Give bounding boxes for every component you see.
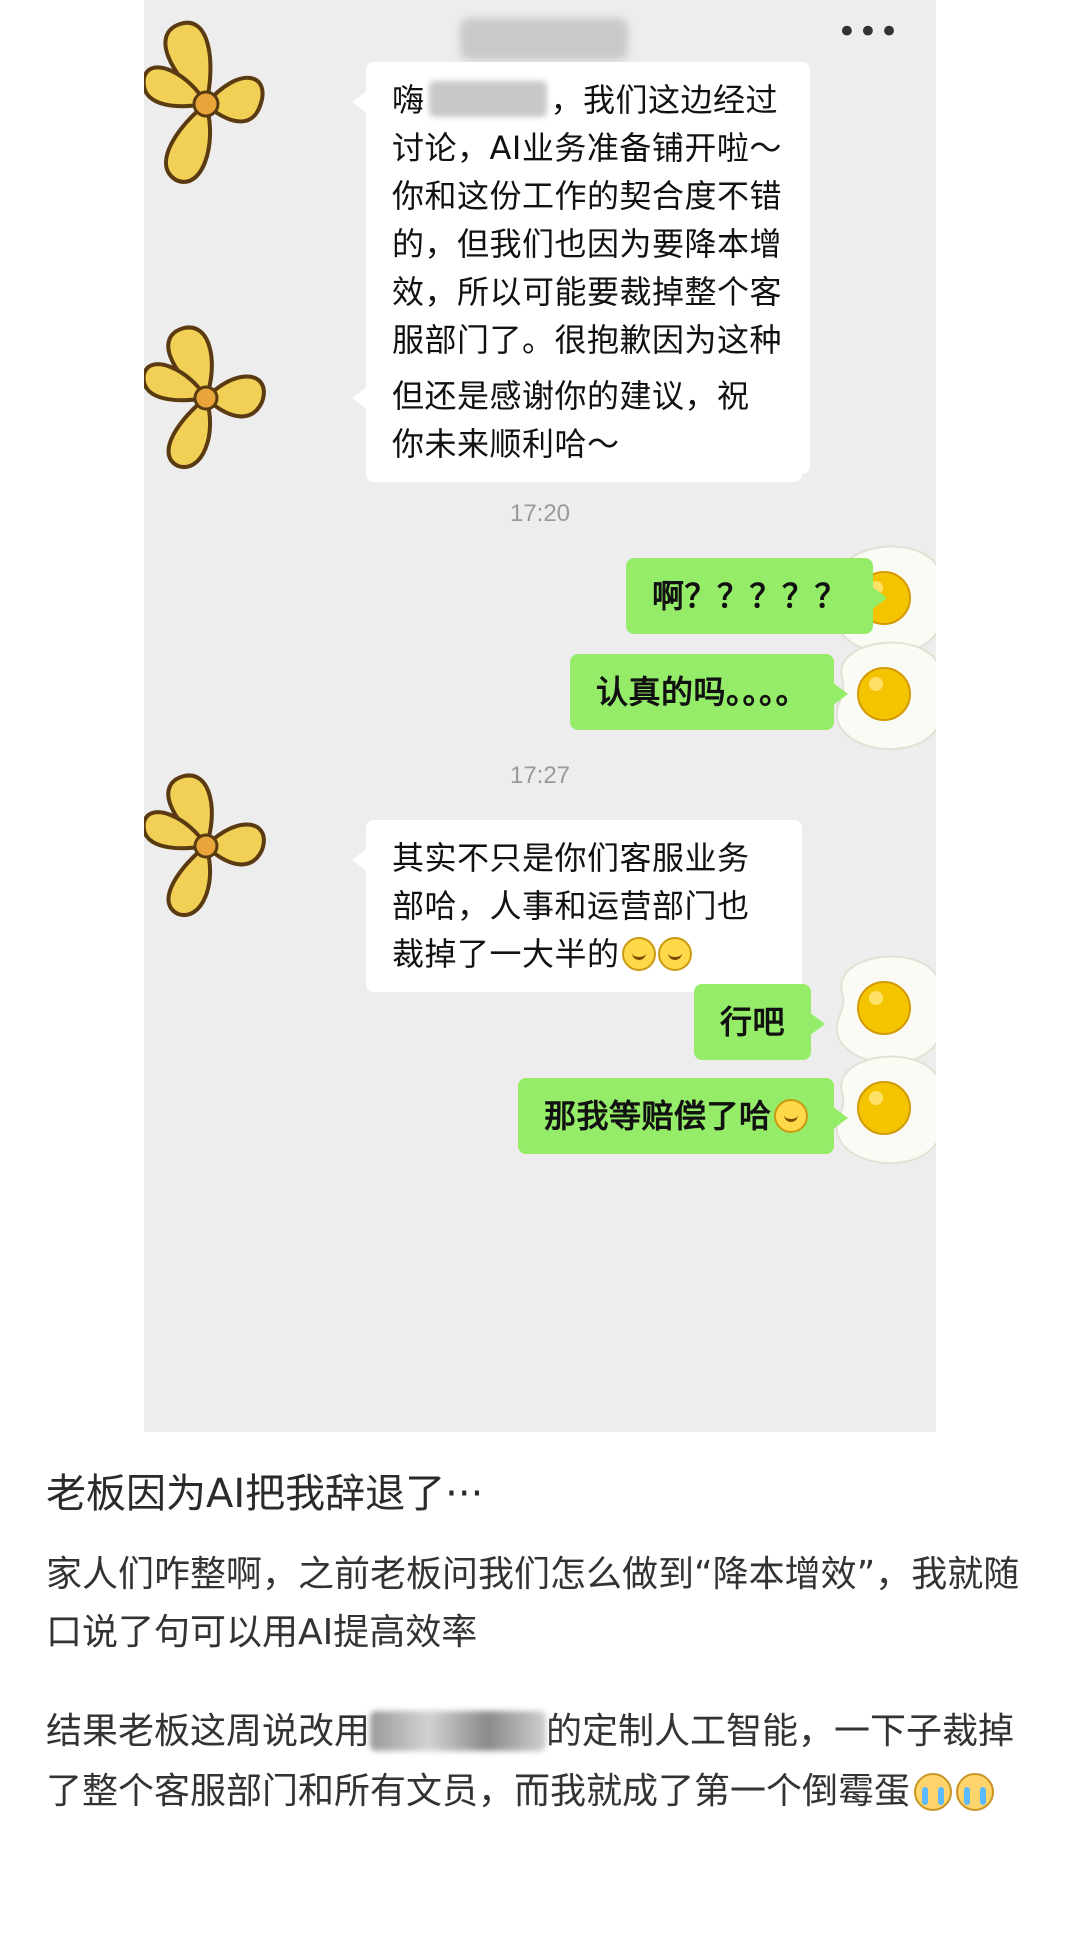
message-bubble-sent[interactable]: 行吧 <box>694 984 826 1060</box>
emoji-icon <box>621 937 656 971</box>
message-text: 那我等赔偿了哈 <box>544 1097 772 1135</box>
more-horizontal-icon[interactable]: ••• <box>837 12 900 52</box>
post-title: 老板因为AI把我辞退了··· <box>46 1471 484 1517</box>
flower-avatar-icon[interactable] <box>144 770 272 920</box>
blurred-company-name <box>370 1711 547 1751</box>
blurred-contact-name <box>460 18 628 60</box>
message-text: 啊？？？？？ <box>652 577 848 615</box>
message-timestamp: 17:20 <box>509 500 571 527</box>
post-paragraph: 家人们咋整啊，之前老板问我们怎么做到“降本增效”，我就随口说了句可以用AI提高效… <box>46 1554 1020 1653</box>
message-bubble-sent[interactable]: 啊？？？？？ <box>626 558 888 634</box>
post-paragraph: 结果老板这周说改用 的定制人工智能，一下子裁掉了整个客服部门和所有文员，而我就成了… <box>46 1702 1046 1822</box>
message-bubble-received[interactable]: 但还是感谢你的建议，祝你未来顺利哈～ <box>352 358 802 482</box>
message-text: 嗨 <box>392 81 425 119</box>
message-bubble-sent[interactable]: 认真的吗。。。。 <box>570 654 849 730</box>
message-bubble-received[interactable]: 其实不只是你们客服业务部哈，人事和运营部门也裁掉了一大半的 <box>352 820 802 992</box>
message-text: 其实不只是你们客服业务部哈，人事和运营部门也裁掉了一大半的 <box>392 839 750 973</box>
crying-emoji-icon <box>956 1773 995 1811</box>
flower-avatar-icon[interactable] <box>144 322 272 472</box>
message-bubble-sent[interactable]: 那我等赔偿了哈 <box>518 1078 848 1154</box>
blurred-name <box>428 81 547 117</box>
message-text: 认真的吗。。。。 <box>596 673 809 711</box>
flower-avatar-icon[interactable] <box>144 14 272 194</box>
crying-emoji-icon <box>914 1773 953 1811</box>
chat-screenshot: ••• 嗨，我们这边经过讨论，AI业务准备铺开啦～ 你和这份工作的契合度不错的，… <box>144 0 936 1432</box>
message-text: 但还是感谢你的建议，祝你未来顺利哈～ <box>392 377 750 463</box>
post-text: 结果老板这周说改用 <box>46 1711 371 1752</box>
message-text: 行吧 <box>720 1003 786 1041</box>
emoji-icon <box>773 1099 808 1133</box>
emoji-icon <box>657 937 692 971</box>
